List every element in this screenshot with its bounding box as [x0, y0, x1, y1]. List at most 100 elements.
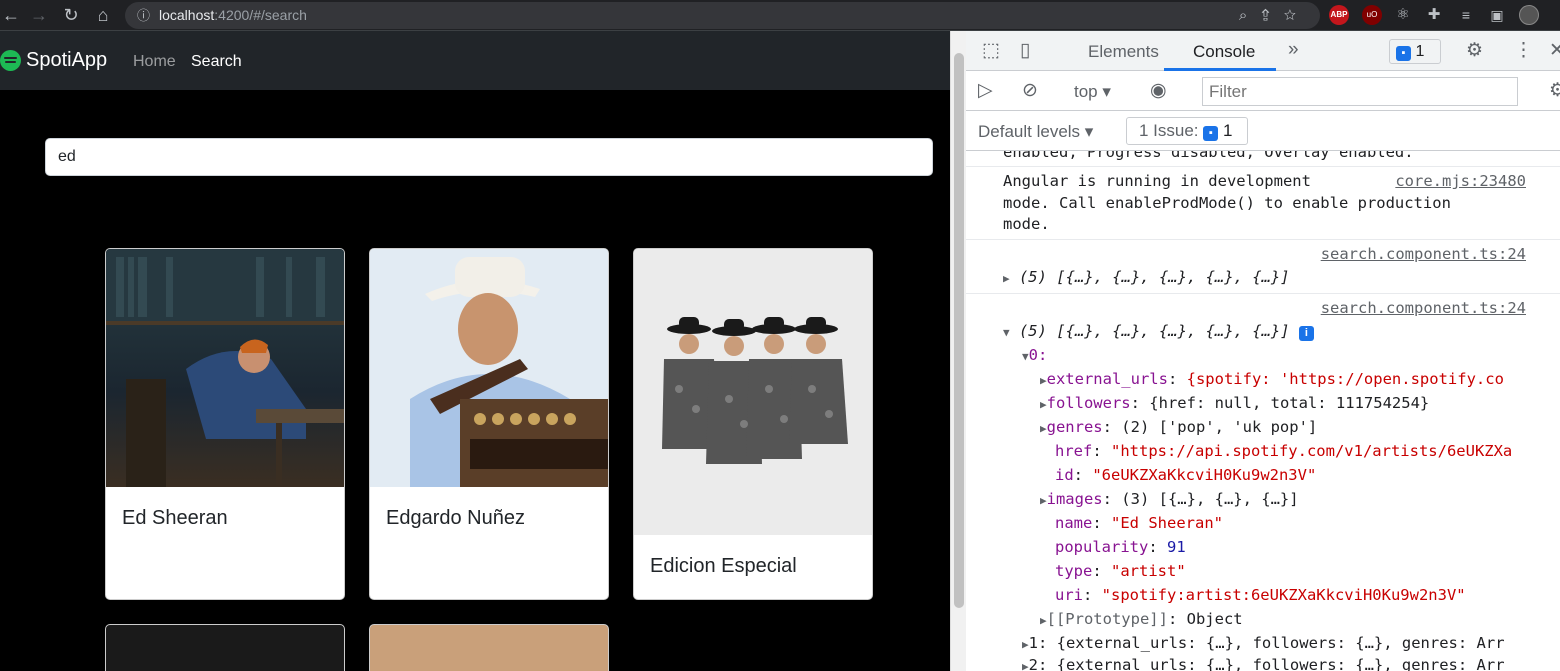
- back-icon[interactable]: ←: [0, 4, 22, 26]
- expand-triangle-icon: ▶: [1040, 614, 1047, 627]
- prop-row[interactable]: ▶[[Prototype]]: Object: [1040, 610, 1243, 628]
- url-host: localhost: [159, 7, 215, 23]
- log-levels-value: Default levels: [978, 122, 1081, 141]
- prop-row[interactable]: uri: "spotify:artist:6eUKZXaKkcviH0Ku9w2…: [1055, 586, 1466, 604]
- adblock-icon[interactable]: ABP: [1329, 5, 1349, 25]
- react-devtools-icon[interactable]: ⚛: [1393, 5, 1413, 25]
- log-line: enabled, Progress disabled, Overlay enab…: [1003, 151, 1414, 161]
- prop-key: genres: [1046, 418, 1103, 436]
- artist-name: Edicion Especial: [650, 555, 797, 577]
- expand-triangle-icon: ▶: [1040, 398, 1047, 411]
- artist-image: [370, 249, 608, 487]
- tab-elements[interactable]: Elements: [1088, 42, 1159, 62]
- issues-button[interactable]: 1 Issue: ▪ 1: [1126, 117, 1248, 145]
- console-levels-bar: Default levels ▾ 1 Issue: ▪ 1: [966, 111, 1560, 151]
- console-output: enabled, Progress disabled, Overlay enab…: [966, 151, 1560, 671]
- log-separator: [966, 166, 1560, 167]
- artist-card[interactable]: Ed Sheeran: [105, 248, 345, 600]
- expand-triangle-icon: ▶: [1022, 660, 1029, 671]
- prop-row[interactable]: id: "6eUKZXaKkcviH0Ku9w2n3V": [1055, 466, 1316, 484]
- prop-value: {spotify: 'https://open.spotify.co: [1186, 370, 1504, 388]
- prop-row[interactable]: type: "artist": [1055, 562, 1186, 580]
- media-icon[interactable]: ≡: [1456, 5, 1476, 25]
- more-options-icon[interactable]: ⋮: [1514, 39, 1533, 62]
- expand-triangle-icon: ▶: [1040, 422, 1047, 435]
- artist-search-input[interactable]: [45, 138, 933, 176]
- more-tabs-icon[interactable]: »: [1288, 39, 1299, 61]
- console-settings-icon[interactable]: ⚙: [1549, 79, 1560, 102]
- collapse-triangle-icon[interactable]: ▼: [1022, 350, 1029, 363]
- array-item-2[interactable]: ▶2: {external_urls: {…}, followers: {…},…: [1022, 656, 1505, 671]
- info-icon[interactable]: i: [1298, 326, 1314, 341]
- devtools-panel: ⬚ ▯ Elements Console » ▪ 1 ⚙ ⋮ ✕ ▷ ⊘ top…: [966, 31, 1560, 671]
- tab-console[interactable]: Console: [1193, 42, 1255, 62]
- prop-value: {href: null, total: 111754254}: [1149, 394, 1430, 412]
- messages-count: 1: [1415, 43, 1425, 60]
- prop-value: "Ed Sheeran": [1111, 514, 1223, 532]
- prop-row[interactable]: ▶external_urls: {spotify: 'https://open.…: [1040, 370, 1504, 388]
- context-select[interactable]: top ▾: [1074, 82, 1111, 102]
- ublock-icon[interactable]: uO: [1362, 5, 1382, 25]
- prop-row[interactable]: popularity: 91: [1055, 538, 1186, 556]
- app-viewport: SpotiApp Home Search Ed Sheeran: [0, 31, 950, 671]
- spotify-logo-icon: [0, 50, 21, 71]
- reload-icon[interactable]: ↻: [60, 4, 82, 26]
- forward-icon[interactable]: →: [28, 4, 50, 26]
- expand-triangle-icon[interactable]: ▶: [1003, 272, 1010, 285]
- settings-gear-icon[interactable]: ⚙: [1466, 39, 1483, 62]
- log-source-link[interactable]: core.mjs:23480: [1395, 172, 1526, 190]
- prop-key: type: [1055, 562, 1093, 580]
- clear-console-icon[interactable]: ⊘: [1022, 79, 1038, 102]
- issue-icon: ▪: [1203, 126, 1219, 141]
- page-scrollbar[interactable]: [950, 31, 966, 671]
- artist-card[interactable]: [369, 624, 609, 671]
- messages-counter[interactable]: ▪ 1: [1389, 39, 1441, 64]
- array-index-0[interactable]: ▼0:: [1022, 346, 1047, 364]
- log-source-link[interactable]: search.component.ts:24: [1321, 299, 1526, 317]
- collapsed-array[interactable]: ▶ (5) [{…}, {…}, {…}, {…}, {…}]: [1003, 268, 1290, 286]
- prop-key: external_urls: [1046, 370, 1168, 388]
- prop-row[interactable]: href: "https://api.spotify.com/v1/artist…: [1055, 442, 1512, 460]
- prop-row[interactable]: ▶followers: {href: null, total: 11175425…: [1040, 394, 1429, 412]
- message-icon: ▪: [1396, 46, 1411, 61]
- sidebar-toggle-icon[interactable]: ▷: [978, 79, 993, 102]
- prop-key: followers: [1046, 394, 1131, 412]
- device-toolbar-icon[interactable]: ▯: [1020, 39, 1030, 62]
- issues-label: 1 Issue:: [1139, 121, 1199, 140]
- prop-key: uri: [1055, 586, 1083, 604]
- artist-card[interactable]: Edgardo Nuñez: [369, 248, 609, 600]
- page-scrollbar-thumb[interactable]: [954, 53, 964, 608]
- close-devtools-icon[interactable]: ✕: [1549, 39, 1560, 62]
- issues-count: 1: [1223, 121, 1233, 140]
- artist-card[interactable]: [105, 624, 345, 671]
- log-levels-select[interactable]: Default levels ▾: [978, 122, 1093, 142]
- brand[interactable]: SpotiApp: [0, 49, 107, 72]
- array-item-1[interactable]: ▶1: {external_urls: {…}, followers: {…},…: [1022, 634, 1505, 652]
- address-bar-actions[interactable]: ⌕⇪☆: [1239, 2, 1310, 29]
- log-separator: [966, 239, 1560, 240]
- profile-avatar[interactable]: [1519, 5, 1539, 25]
- inspect-element-icon[interactable]: ⬚: [982, 39, 1000, 62]
- console-filter-input[interactable]: [1202, 77, 1518, 106]
- prop-key: id: [1055, 466, 1074, 484]
- log-line: mode.: [1003, 215, 1050, 233]
- log-line: Angular is running in development: [1003, 172, 1311, 190]
- live-expression-eye-icon[interactable]: ◉: [1150, 79, 1167, 102]
- expand-triangle-icon: ▶: [1040, 374, 1047, 387]
- log-line: mode. Call enableProdMode() to enable pr…: [1003, 194, 1451, 212]
- site-info-icon[interactable]: ⓘ: [137, 2, 150, 29]
- nav-search-link[interactable]: Search: [191, 53, 242, 71]
- log-source-link[interactable]: search.component.ts:24: [1321, 245, 1526, 263]
- collapse-triangle-icon[interactable]: ▼: [1003, 326, 1010, 339]
- nav-home-link[interactable]: Home: [133, 53, 176, 71]
- address-bar[interactable]: ⓘ localhost:4200/#/search ⌕⇪☆: [125, 2, 1320, 29]
- home-icon[interactable]: ⌂: [92, 4, 114, 26]
- prop-row[interactable]: name: "Ed Sheeran": [1055, 514, 1223, 532]
- side-panel-icon[interactable]: ▣: [1487, 5, 1507, 25]
- expanded-array[interactable]: ▼ (5) [{…}, {…}, {…}, {…}, {…}] i: [1003, 322, 1314, 341]
- browser-toolbar: ← → ↻ ⌂ ⓘ localhost:4200/#/search ⌕⇪☆ AB…: [0, 0, 1560, 31]
- prop-row[interactable]: ▶genres: (2) ['pop', 'uk pop']: [1040, 418, 1317, 436]
- prop-row[interactable]: ▶images: (3) [{…}, {…}, {…}]: [1040, 490, 1299, 508]
- artist-card[interactable]: Edicion Especial: [633, 248, 873, 600]
- extensions-icon[interactable]: ✚: [1424, 5, 1444, 25]
